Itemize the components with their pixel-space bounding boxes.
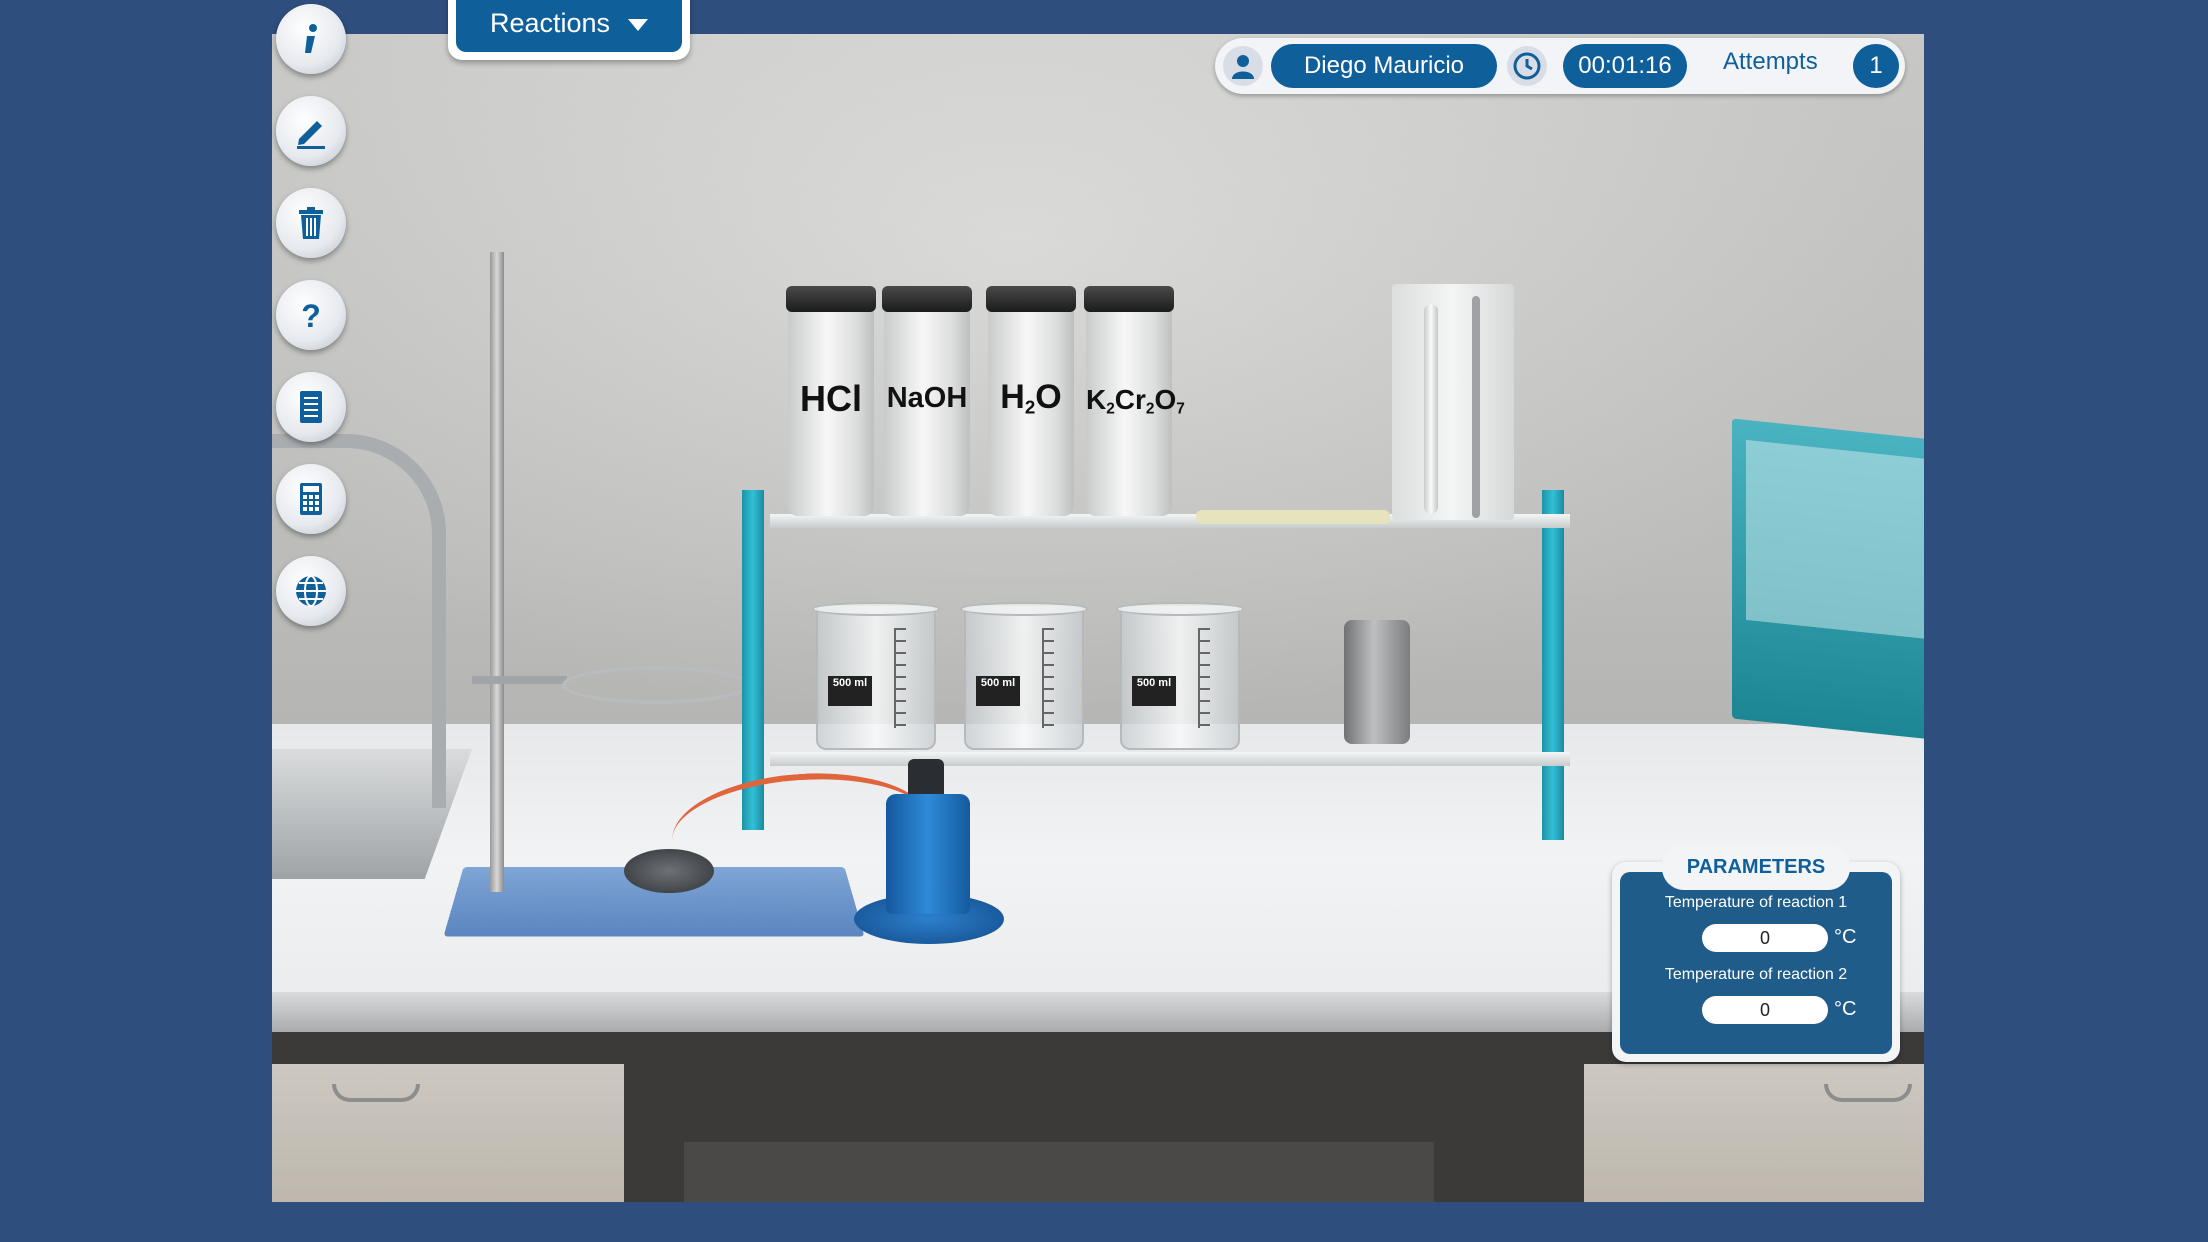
metal-cylinder[interactable] [1344, 620, 1410, 744]
drawer-gap [684, 1142, 1434, 1202]
bottle-label: NaOH [886, 382, 968, 414]
info-icon [305, 24, 317, 53]
beaker-1[interactable]: 500 ml [812, 602, 940, 750]
drawer-left [272, 1064, 624, 1202]
parameters-panel: Temperature of reaction 1 °C Temperature… [1612, 844, 1900, 1062]
cabinet-glass [1746, 439, 1924, 642]
beaker-scale [894, 628, 918, 728]
bunsen-burner[interactable] [624, 849, 714, 893]
svg-text:?: ? [301, 298, 321, 334]
trash-button[interactable] [276, 188, 346, 258]
calculator-button[interactable] [276, 464, 346, 534]
temp1-label: Temperature of reaction 1 [1664, 894, 1848, 911]
support-ring[interactable] [562, 666, 750, 704]
info-button[interactable] [276, 4, 346, 74]
stirring-rod[interactable] [1472, 296, 1480, 518]
drawer-handle [332, 1084, 420, 1102]
beaker-rim [812, 602, 940, 616]
attempts-label: Attempts [1723, 48, 1818, 75]
temp2-label: Temperature of reaction 2 [1664, 966, 1848, 983]
language-button[interactable] [276, 556, 346, 626]
bottle-cap [882, 286, 972, 312]
bottle-cap [986, 286, 1076, 312]
help-button[interactable]: ? [276, 280, 346, 350]
procedure-button[interactable] [276, 372, 346, 442]
beaker-rim [960, 602, 1088, 616]
glassware-cabinet[interactable] [1732, 418, 1924, 742]
globe-icon [296, 575, 326, 607]
bottle-cap [786, 286, 876, 312]
beaker-label: 500 ml [828, 676, 872, 706]
beaker-2[interactable]: 500 ml [960, 602, 1088, 750]
temp1-unit: °C [1834, 926, 1857, 948]
checklist-icon [300, 391, 322, 423]
drawer-handle [1824, 1084, 1912, 1102]
temp1-input[interactable] [1702, 924, 1828, 952]
notes-button[interactable] [276, 96, 346, 166]
beaker-3[interactable]: 500 ml [1116, 602, 1244, 750]
bottle-cap [1084, 286, 1174, 312]
beaker-scale [1198, 628, 1222, 728]
bottle-hcl[interactable]: HCl [786, 286, 876, 516]
formula-h2o: H2O [1000, 378, 1062, 418]
filter-paper[interactable] [1196, 510, 1390, 524]
drawer-right [1584, 1064, 1924, 1202]
gas-canister[interactable] [886, 794, 970, 914]
beaker-scale [1042, 628, 1066, 728]
timer: 00:01:16 [1563, 44, 1687, 88]
thermometer[interactable] [1424, 304, 1438, 514]
formula-k2cr2o7: K2Cr2O7 [1086, 384, 1185, 418]
bottle-label: H2O [988, 378, 1074, 419]
bottle-h2o[interactable]: H2O [986, 286, 1076, 516]
reactions-dropdown[interactable]: Reactions [448, 0, 690, 60]
beaker-label: 500 ml [1132, 676, 1176, 706]
user-name: Diego Mauricio [1271, 44, 1497, 88]
temp2-input[interactable] [1702, 996, 1828, 1024]
shelf-post-right [1542, 490, 1564, 840]
shelf-bottom-board [770, 752, 1570, 766]
thermometer-holder [1392, 284, 1514, 520]
user-icon [1223, 46, 1263, 86]
calculator-icon [300, 483, 322, 515]
parameters-title: PARAMETERS [1662, 844, 1850, 890]
trash-icon [299, 207, 323, 239]
beaker-label: 500 ml [976, 676, 1020, 706]
chevron-down-icon [628, 19, 649, 31]
beaker-rim [1116, 602, 1244, 616]
reactions-label: Reactions [489, 7, 611, 38]
ring-clamp[interactable] [472, 676, 567, 684]
session-bar: Diego Mauricio 00:01:16 Attempts 1 [1215, 38, 1905, 94]
pencil-icon [297, 121, 325, 149]
temp2-unit: °C [1834, 998, 1857, 1020]
attempts-count: 1 [1853, 44, 1899, 88]
bottle-label: HCl [800, 378, 862, 419]
question-icon: ? [301, 298, 321, 334]
bottle-naoh[interactable]: NaOH [882, 286, 972, 516]
clock-icon [1507, 46, 1547, 86]
ring-stand-rod[interactable] [490, 252, 504, 892]
bottle-label: K2Cr2O7 [1086, 384, 1185, 419]
gas-valve[interactable] [908, 759, 944, 799]
bottle-k2cr2o7[interactable]: K2Cr2O7 [1084, 286, 1185, 516]
